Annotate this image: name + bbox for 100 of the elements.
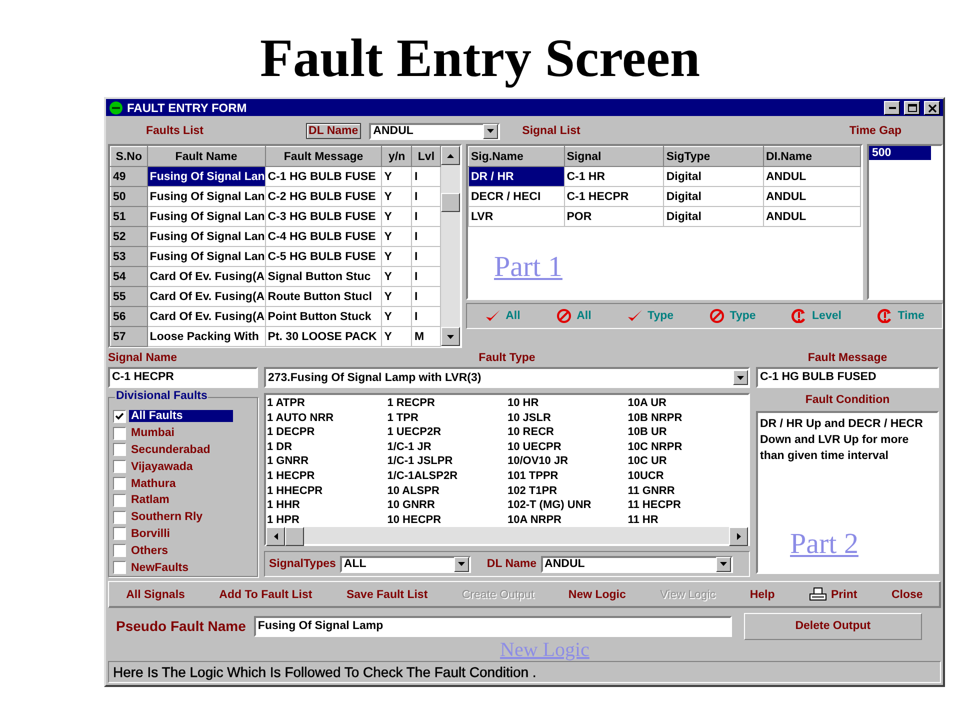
list-item[interactable]: 1/C-1 JSLPR <box>387 454 508 469</box>
list-item[interactable]: 10C UR <box>628 454 748 469</box>
toolbar-button[interactable]: Close <box>889 588 925 600</box>
list-item[interactable]: 1 RECPR <box>387 396 508 411</box>
fault-message-field[interactable]: C-1 HG BULB FUSED <box>756 367 939 388</box>
close-button[interactable] <box>924 100 940 114</box>
row-header[interactable]: 54 <box>110 266 148 286</box>
checkbox[interactable] <box>113 477 126 490</box>
vertical-scrollbar[interactable] <box>441 146 460 346</box>
dl-name-dropdown[interactable]: ANDUL <box>540 556 733 572</box>
list-item[interactable]: 10 JSLR <box>508 410 628 426</box>
checkbox[interactable] <box>113 544 126 558</box>
list-item[interactable]: 10B NRPR <box>628 410 748 426</box>
toolbar-button[interactable]: All Signals <box>124 588 187 600</box>
list-item[interactable]: 10 RECR <box>508 425 628 440</box>
toolbar-button[interactable]: Add To Fault List <box>217 588 314 600</box>
signal-types-dropdown[interactable]: ALL <box>340 556 471 572</box>
list-item[interactable]: 1 GNRR <box>267 454 388 469</box>
checkbox-label[interactable]: Secunderabad <box>129 444 233 456</box>
list-item[interactable]: 10 UECPR <box>508 440 628 454</box>
list-item[interactable]: 10C NRPR <box>628 440 748 454</box>
list-item[interactable]: 1 HHECPR <box>267 484 388 498</box>
maximize-button[interactable] <box>904 100 920 114</box>
toolbar-button[interactable]: Save Fault List <box>344 588 430 600</box>
dl-name-dropdown[interactable]: ANDUL <box>369 122 500 140</box>
list-item[interactable]: 11 HR <box>628 512 748 528</box>
list-item[interactable]: 10UCR <box>628 468 748 484</box>
scroll-thumb[interactable] <box>285 527 304 546</box>
list-item[interactable]: 102 T1PR <box>508 484 628 498</box>
checkbox-label[interactable]: Ratlam <box>129 494 233 506</box>
scroll-thumb[interactable] <box>441 193 460 212</box>
toolbar-button[interactable]: Print <box>806 587 860 602</box>
column-header[interactable]: Lvl <box>412 146 440 166</box>
column-header[interactable]: DI.Name <box>763 146 860 166</box>
signal-name-field[interactable]: C-1 HECPR <box>108 367 258 388</box>
list-item[interactable]: 1 DECPR <box>267 425 388 440</box>
column-header[interactable]: Sig.Name <box>468 146 564 166</box>
fault-type-dropdown[interactable]: 273.Fusing Of Signal Lamp with LVR(3) <box>264 367 750 388</box>
row-header[interactable]: 51 <box>110 206 148 226</box>
row-header[interactable]: 50 <box>110 186 148 206</box>
list-item[interactable]: 10/OV10 JR <box>508 454 628 469</box>
column-header[interactable]: SigType <box>664 146 764 166</box>
checkbox[interactable] <box>113 527 126 540</box>
list-item[interactable]: 10 GNRR <box>387 498 508 513</box>
list-item[interactable]: 1 AUTO NRR <box>267 410 388 426</box>
checkbox[interactable] <box>113 460 126 474</box>
list-item[interactable]: 101 TPPR <box>508 468 628 484</box>
checkbox[interactable] <box>113 426 126 440</box>
row-header[interactable]: 53 <box>110 246 148 266</box>
list-item[interactable]: 102-T (MG) UNR <box>508 498 628 513</box>
list-item[interactable]: 1 ATPR <box>267 396 388 411</box>
column-header[interactable]: y/n <box>382 146 412 166</box>
list-item[interactable]: 1 HPR <box>267 512 388 528</box>
row-header[interactable]: 52 <box>110 226 148 246</box>
checkbox-label[interactable]: Mumbai <box>129 427 233 440</box>
checkbox[interactable] <box>113 510 126 524</box>
list-item[interactable]: 1 DR <box>267 440 388 454</box>
list-item[interactable]: 11 HECPR <box>628 498 748 513</box>
column-header[interactable]: Signal <box>564 146 664 166</box>
dropdown-button[interactable] <box>454 556 469 572</box>
column-header[interactable]: S.No <box>110 146 148 166</box>
list-item[interactable]: 11 GNRR <box>628 484 748 498</box>
list-item[interactable]: 10B UR <box>628 425 748 440</box>
checkbox-label[interactable]: All Faults <box>129 410 233 422</box>
list-item[interactable]: 1/C-1ALSP2R <box>387 468 508 484</box>
checkbox-label[interactable]: Southern Rly <box>129 511 233 524</box>
dropdown-button[interactable] <box>733 370 748 385</box>
list-item[interactable]: 1 TPR <box>387 410 508 426</box>
row-header[interactable]: 56 <box>110 306 148 326</box>
toolbar-button[interactable]: Help <box>748 588 777 600</box>
delete-output-button[interactable]: Delete Output <box>744 612 922 640</box>
checkbox-label[interactable]: Borvilli <box>129 528 233 540</box>
list-item[interactable]: 1/C-1 JR <box>387 440 508 454</box>
list-item[interactable]: 1 UECP2R <box>387 425 508 440</box>
column-header[interactable]: Fault Name <box>147 146 266 166</box>
dropdown-button[interactable] <box>483 124 498 138</box>
list-item[interactable]: 10A NRPR <box>508 512 628 528</box>
pseudo-fault-name-field[interactable]: Fusing Of Signal Lamp <box>254 616 732 636</box>
row-header[interactable]: 57 <box>110 326 148 346</box>
checkbox[interactable] <box>113 494 126 507</box>
row-header[interactable]: 55 <box>110 286 148 306</box>
checkbox-label[interactable]: Vijayawada <box>129 460 233 473</box>
list-item[interactable]: 10A UR <box>628 396 748 411</box>
checkbox[interactable] <box>113 443 126 456</box>
minimize-button[interactable] <box>884 100 900 114</box>
row-header[interactable]: 49 <box>110 166 148 186</box>
horizontal-scrollbar[interactable] <box>266 527 748 544</box>
list-item[interactable]: 1 HHR <box>267 498 388 513</box>
list-item[interactable]: 10 ALSPR <box>387 484 508 498</box>
dropdown-button[interactable] <box>716 556 731 572</box>
list-item[interactable]: 10 HECPR <box>387 512 508 528</box>
list-item[interactable]: 1 HECPR <box>267 468 388 484</box>
checkbox-label[interactable]: NewFaults <box>129 562 233 574</box>
toolbar-button[interactable]: New Logic <box>566 588 628 600</box>
checkbox[interactable] <box>113 410 126 423</box>
checkbox[interactable] <box>113 561 126 574</box>
list-item[interactable]: 500 <box>869 146 931 160</box>
checkbox-label[interactable]: Mathura <box>129 478 233 490</box>
column-header[interactable]: Fault Message <box>265 146 382 166</box>
checkbox-label[interactable]: Others <box>129 544 233 557</box>
